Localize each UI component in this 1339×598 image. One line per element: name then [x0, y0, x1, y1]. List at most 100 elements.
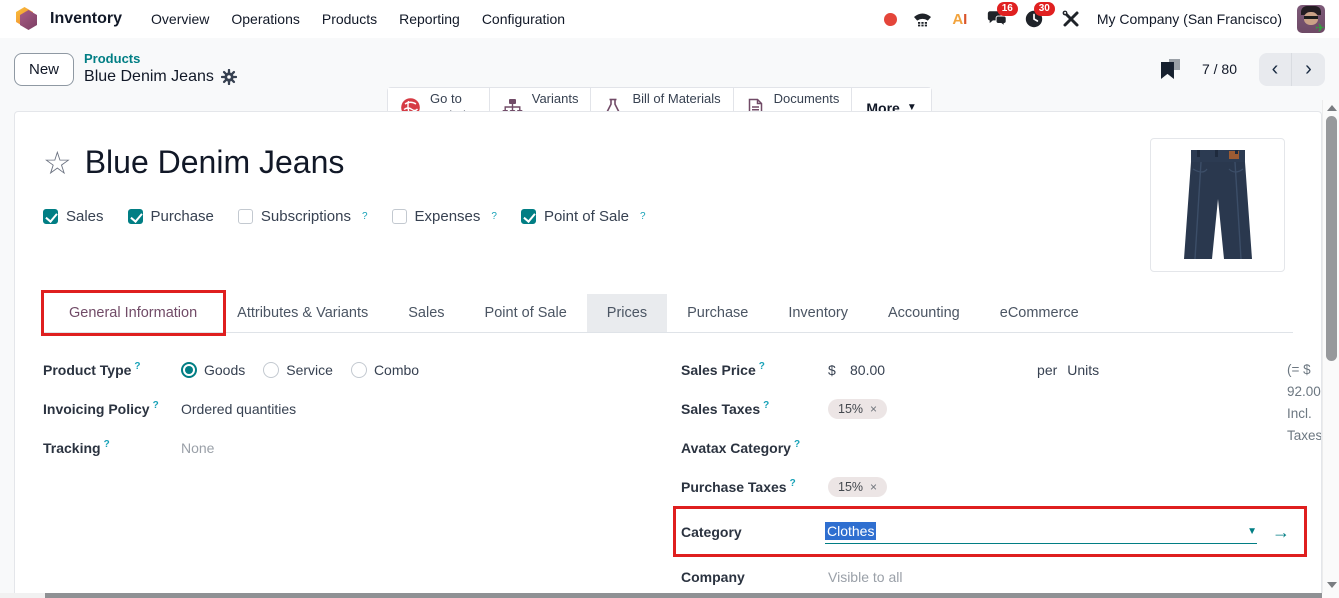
tab-attributes-variants[interactable]: Attributes & Variants: [217, 294, 388, 332]
category-label: Category: [681, 524, 825, 540]
company-value[interactable]: Visible to all: [828, 569, 902, 585]
sales-price-label: Sales Price?: [681, 362, 828, 378]
product-image[interactable]: [1150, 138, 1285, 272]
messages-badge: 16: [997, 2, 1018, 16]
product-title[interactable]: Blue Denim Jeans: [85, 144, 345, 181]
activities-clock-icon[interactable]: 30: [1023, 8, 1045, 30]
radio-combo[interactable]: Combo: [351, 362, 419, 378]
sheet-area: ☆ Blue Denim Jeans Sales Purchase Subscr…: [0, 100, 1339, 598]
category-annotation-rectangle: Category Clothes ▼ →: [673, 506, 1307, 557]
nav-item-products[interactable]: Products: [311, 3, 388, 35]
sales-taxes-label: Sales Taxes?: [681, 401, 828, 417]
tab-ecommerce[interactable]: eCommerce: [980, 294, 1099, 332]
horizontal-scrollbar[interactable]: [0, 593, 1322, 598]
category-selected-text: Clothes: [825, 522, 876, 540]
checkbox-point-of-sale[interactable]: Point of Sale ?: [521, 208, 646, 225]
checkbox-subscriptions[interactable]: Subscriptions ?: [238, 208, 368, 225]
tracking-label: Tracking?: [43, 440, 181, 456]
inventory-app-icon[interactable]: [14, 6, 40, 32]
bookmark-icon[interactable]: [1160, 59, 1180, 79]
phone-icon[interactable]: [912, 8, 934, 30]
internal-link-arrow-icon[interactable]: →: [1272, 523, 1290, 541]
checkbox-expenses[interactable]: Expenses ?: [392, 208, 497, 225]
checkbox-checked-icon: [128, 209, 143, 224]
favorite-star-icon[interactable]: ☆: [43, 147, 72, 179]
messages-icon[interactable]: 16: [986, 8, 1008, 30]
help-icon: ?: [759, 361, 765, 372]
checkbox-unchecked-icon: [238, 209, 253, 224]
pager: 7 / 80 ‹ ›: [1160, 53, 1325, 86]
tracking-value[interactable]: None: [181, 440, 214, 456]
sales-price-input[interactable]: 80.00: [850, 362, 885, 378]
pager-previous-button[interactable]: ‹: [1259, 53, 1292, 86]
radio-unselected-icon: [263, 362, 279, 378]
product-type-radio-group: Goods Service Combo: [181, 362, 419, 378]
category-input[interactable]: Clothes ▼: [825, 519, 1257, 544]
avatax-category-label: Avatax Category?: [681, 440, 828, 456]
tab-point-of-sale[interactable]: Point of Sale: [465, 294, 587, 332]
per-label: per: [1037, 362, 1057, 378]
product-type-row: Product Type? Goods Service Combo: [43, 350, 681, 389]
remove-tag-icon[interactable]: ×: [870, 480, 877, 494]
scroll-down-arrow-icon[interactable]: [1327, 582, 1337, 588]
help-icon: ?: [134, 361, 140, 372]
nav-item-configuration[interactable]: Configuration: [471, 3, 576, 35]
user-avatar[interactable]: ✈: [1297, 5, 1325, 33]
checkbox-sales[interactable]: Sales: [43, 208, 104, 225]
radio-service[interactable]: Service: [263, 362, 333, 378]
new-button[interactable]: New: [14, 53, 74, 86]
radio-unselected-icon: [351, 362, 367, 378]
category-row: Category Clothes ▼ →: [681, 512, 1296, 551]
radio-selected-icon: [181, 362, 197, 378]
tab-general-information[interactable]: General Information: [49, 294, 217, 332]
horizontal-scrollbar-thumb[interactable]: [45, 593, 1322, 598]
form-right-column: Sales Price? $ 80.00 per Units Sales Tax…: [681, 350, 1293, 596]
help-icon: ?: [153, 400, 159, 411]
purchase-tax-tag[interactable]: 15% ×: [828, 477, 887, 497]
breadcrumb-products-link[interactable]: Products: [84, 51, 237, 67]
app-name[interactable]: Inventory: [50, 10, 122, 28]
recording-indicator-icon: [884, 13, 897, 26]
nav-item-reporting[interactable]: Reporting: [388, 3, 471, 35]
top-navbar: Inventory Overview Operations Products R…: [0, 0, 1339, 38]
ai-icon[interactable]: AI: [949, 8, 971, 30]
company-row: Company Visible to all: [681, 557, 1293, 596]
pager-next-button[interactable]: ›: [1292, 53, 1325, 86]
avatar-glasses: [1304, 16, 1318, 19]
nav-item-overview[interactable]: Overview: [140, 3, 220, 35]
tools-icon[interactable]: [1060, 8, 1082, 30]
checkbox-checked-icon: [43, 209, 58, 224]
activities-badge: 30: [1034, 2, 1055, 16]
radio-goods[interactable]: Goods: [181, 362, 245, 378]
checkbox-purchase[interactable]: Purchase: [128, 208, 214, 225]
pager-count: 7 / 80: [1202, 61, 1237, 77]
purchase-taxes-row: Purchase Taxes? 15% ×: [681, 467, 1293, 506]
invoicing-policy-value[interactable]: Ordered quantities: [181, 401, 296, 417]
uom-value[interactable]: Units: [1067, 362, 1099, 378]
company-switcher[interactable]: My Company (San Francisco): [1097, 11, 1282, 27]
tracking-row: Tracking? None: [43, 428, 681, 467]
vertical-scrollbar-thumb[interactable]: [1326, 116, 1337, 361]
remove-tag-icon[interactable]: ×: [870, 402, 877, 416]
help-icon: ?: [104, 439, 110, 450]
gear-icon[interactable]: [221, 69, 237, 85]
product-form-sheet: ☆ Blue Denim Jeans Sales Purchase Subscr…: [14, 111, 1322, 598]
dropdown-caret-icon[interactable]: ▼: [1247, 526, 1257, 537]
tab-purchase[interactable]: Purchase: [667, 294, 768, 332]
title-row: ☆ Blue Denim Jeans: [43, 144, 1293, 181]
tab-prices[interactable]: Prices: [587, 294, 667, 332]
tab-sales[interactable]: Sales: [388, 294, 464, 332]
sales-channels-row: Sales Purchase Subscriptions ? Expenses …: [43, 208, 1293, 225]
tab-inventory[interactable]: Inventory: [768, 294, 868, 332]
invoicing-policy-row: Invoicing Policy? Ordered quantities: [43, 389, 681, 428]
general-information-form: Product Type? Goods Service Combo: [43, 350, 1293, 596]
scroll-up-arrow-icon[interactable]: [1327, 105, 1337, 111]
systray: AI 16 30 My C: [884, 5, 1325, 33]
company-label: Company: [681, 569, 828, 585]
sales-tax-tag[interactable]: 15% ×: [828, 399, 887, 419]
vertical-scrollbar[interactable]: [1322, 100, 1339, 593]
nav-item-operations[interactable]: Operations: [220, 3, 310, 35]
tab-accounting[interactable]: Accounting: [868, 294, 980, 332]
help-icon: ?: [794, 439, 800, 450]
breadcrumb: Products Blue Denim Jeans: [84, 51, 237, 87]
